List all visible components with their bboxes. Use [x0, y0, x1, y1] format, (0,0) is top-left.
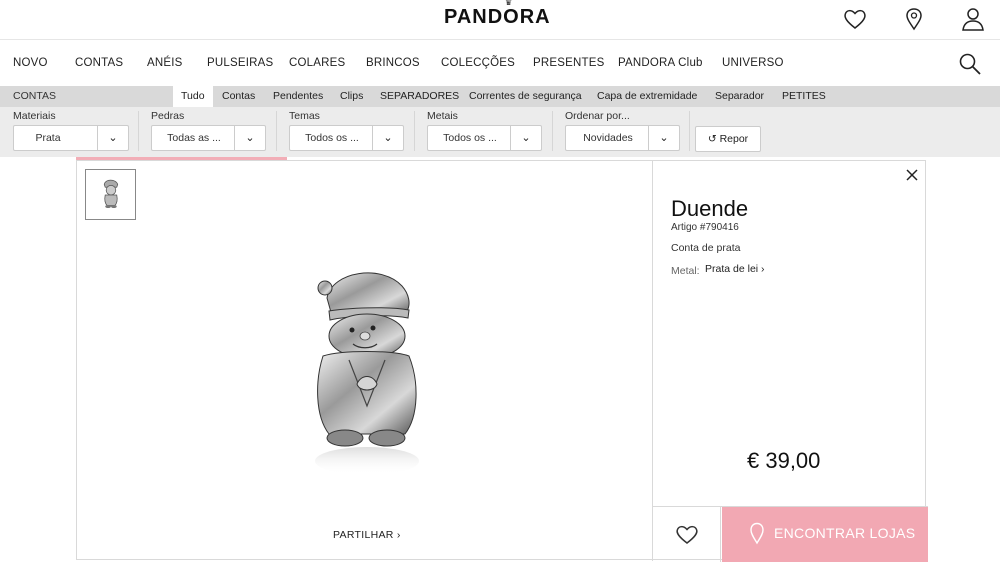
nav-item-pandora-club[interactable]: PANDORA Club: [618, 57, 703, 69]
nav-item-novo[interactable]: NOVO: [13, 57, 48, 69]
tab-separador[interactable]: Separador: [707, 86, 772, 107]
nav-item-aneis[interactable]: ANÉIS: [147, 57, 183, 69]
filter-label: Temas: [289, 110, 320, 122]
filter-metais: Metais Todos os ... ⌄: [427, 110, 542, 151]
tab-capa-de-extremidade[interactable]: Capa de extremidade: [589, 86, 705, 107]
search-icon[interactable]: [958, 52, 982, 76]
ordenar-select[interactable]: Novidades ⌄: [565, 125, 680, 151]
main-nav: NOVO CONTAS ANÉIS PULSEIRAS COLARES BRIN…: [0, 41, 1000, 85]
filter-label: Metais: [427, 110, 458, 122]
location-pin-icon: [750, 522, 764, 545]
tab-pendentes[interactable]: Pendentes: [265, 86, 331, 107]
temas-select[interactable]: Todos os ... ⌄: [289, 125, 404, 151]
materiais-select[interactable]: Prata ⌄: [13, 125, 129, 151]
close-icon[interactable]: [905, 168, 919, 182]
find-stores-label: ENCONTRAR LOJAS: [774, 525, 916, 541]
chevron-down-icon[interactable]: ⌄: [97, 126, 128, 150]
user-icon[interactable]: [960, 6, 986, 32]
nav-item-presentes[interactable]: PRESENTES: [533, 57, 604, 69]
nav-item-coleccoes[interactable]: COLECÇÕES: [441, 57, 515, 69]
product-price: € 39,00: [747, 448, 821, 473]
chevron-down-icon[interactable]: ⌄: [510, 126, 541, 150]
share-label: PARTILHAR: [333, 529, 394, 541]
product-name: Duende: [671, 196, 749, 221]
product-sku: Artigo #790416: [671, 222, 739, 233]
select-value: Prata: [35, 132, 61, 144]
nav-item-universo[interactable]: UNIVERSO: [722, 57, 784, 69]
select-value: Todos os ...: [305, 132, 359, 144]
divider: [552, 111, 553, 151]
subcategory-bar: CONTAS Tudo Contas Pendentes Clips SEPAR…: [0, 86, 1000, 107]
tab-tudo[interactable]: Tudo: [173, 86, 213, 107]
chevron-right-icon: ›: [396, 529, 401, 541]
divider: [138, 111, 139, 151]
product-type: Conta de prata: [671, 242, 741, 254]
find-stores-button[interactable]: ENCONTRAR LOJAS: [722, 507, 928, 562]
tab-correntes-de-seguranca[interactable]: Correntes de segurança: [461, 86, 590, 107]
tab-contas[interactable]: Contas: [214, 86, 263, 107]
product-actions: ENCONTRAR LOJAS: [653, 506, 928, 562]
tab-clips[interactable]: Clips: [332, 86, 371, 107]
metal-selector[interactable]: Prata de lei ›: [705, 263, 765, 275]
heart-icon[interactable]: [842, 6, 868, 32]
select-value: Todos os ...: [443, 132, 497, 144]
add-to-wishlist-button[interactable]: [653, 507, 721, 562]
filter-bar: Materiais Prata ⌄ Pedras Todas as ... ⌄ …: [0, 107, 1000, 157]
nav-item-pulseiras[interactable]: PULSEIRAS: [207, 57, 273, 69]
select-value: Todas as ...: [167, 132, 221, 144]
chevron-down-icon[interactable]: ⌄: [372, 126, 403, 150]
nav-item-colares[interactable]: COLARES: [289, 57, 345, 69]
metais-select[interactable]: Todos os ... ⌄: [427, 125, 542, 151]
subcategory-title: CONTAS: [13, 90, 56, 102]
filter-pedras: Pedras Todas as ... ⌄: [151, 110, 266, 151]
filter-label: Pedras: [151, 110, 185, 122]
heart-icon: [676, 525, 698, 544]
reset-label: Repor: [719, 133, 749, 145]
filter-ordenar: Ordenar por... Novidades ⌄: [565, 110, 680, 151]
tab-separadores[interactable]: SEPARADORES: [372, 86, 467, 107]
product-image: [287, 256, 457, 486]
product-quickview: PARTILHAR › Duende Artigo #790416 Conta …: [76, 160, 928, 562]
chevron-down-icon[interactable]: ⌄: [234, 126, 265, 150]
nav-item-contas[interactable]: CONTAS: [75, 57, 123, 69]
metal-value: Prata de lei: [705, 263, 759, 275]
divider: [689, 111, 690, 151]
product-thumbnail[interactable]: [85, 169, 136, 220]
share-link[interactable]: PARTILHAR ›: [333, 529, 401, 541]
filter-label: Ordenar por...: [565, 110, 630, 122]
filter-materiais: Materiais Prata ⌄: [13, 110, 129, 151]
pedras-select[interactable]: Todas as ... ⌄: [151, 125, 266, 151]
top-header: ♛ PANDORA: [0, 0, 1000, 40]
reset-button[interactable]: ↺ Repor: [695, 126, 761, 152]
product-info-panel: Duende Artigo #790416 Conta de prata Met…: [652, 160, 928, 562]
divider: [276, 111, 277, 151]
pandora-logo[interactable]: ♛ PANDORA: [444, 0, 551, 29]
location-pin-icon[interactable]: [901, 6, 927, 32]
filter-temas: Temas Todos os ... ⌄: [289, 110, 404, 151]
logo-text: PANDORA: [444, 6, 551, 28]
metal-label: Metal:: [671, 265, 700, 277]
refresh-icon: ↺: [707, 133, 717, 145]
select-value: Novidades: [583, 132, 633, 144]
divider: [414, 111, 415, 151]
chevron-down-icon[interactable]: ⌄: [648, 126, 679, 150]
crown-icon: ♛: [505, 0, 514, 7]
tab-petites[interactable]: PETITES: [774, 86, 834, 107]
chevron-right-icon: ›: [761, 263, 765, 275]
filter-label: Materiais: [13, 110, 56, 122]
nav-item-brincos[interactable]: BRINCOS: [366, 57, 420, 69]
